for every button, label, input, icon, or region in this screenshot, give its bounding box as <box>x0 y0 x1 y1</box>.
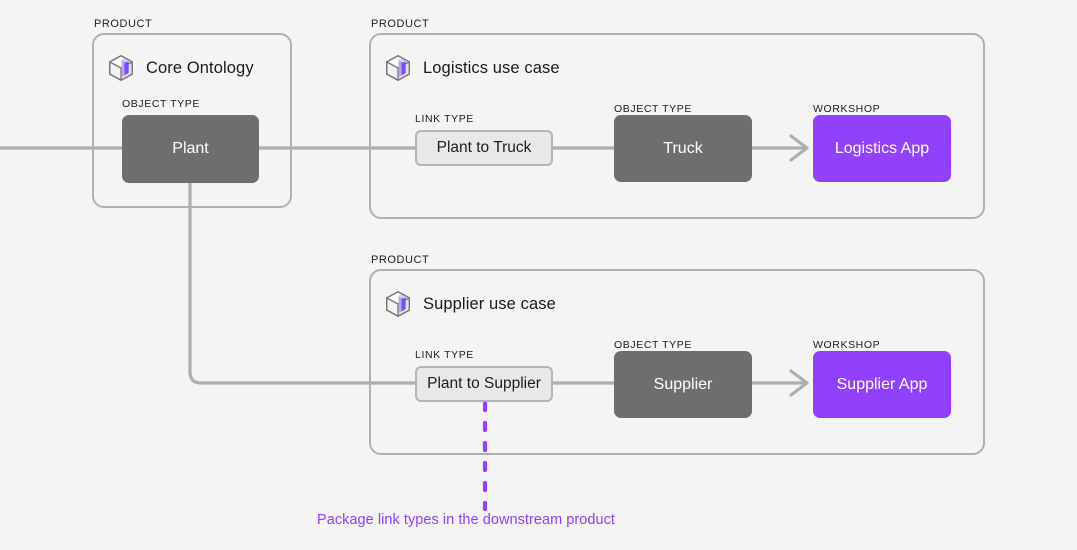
node-label: Logistics App <box>834 139 930 157</box>
node-type-label-supplier-app: WORKSHOP <box>813 339 881 351</box>
product-title: Supplier use case <box>423 294 556 313</box>
product-supplier-use-case[interactable]: PRODUCT Supplier use case LINK TYPE Plan… <box>369 254 985 459</box>
product-kind-label: PRODUCT <box>94 18 153 30</box>
node-type-label-supplier: OBJECT TYPE <box>614 339 692 351</box>
product-cube-icon <box>386 291 410 317</box>
diagram-canvas: PRODUCT Core Ontology OBJECT TYPE Plant … <box>0 0 1077 550</box>
product-kind-label: PRODUCT <box>371 18 430 30</box>
node-label: Plant <box>172 140 209 157</box>
node-label: Plant to Supplier <box>427 375 541 392</box>
product-header: Logistics use case <box>383 53 560 83</box>
node-label: Plant to Truck <box>436 139 532 156</box>
node-type-label-plant-to-truck: LINK TYPE <box>415 113 474 125</box>
node-plant-to-truck[interactable]: Plant to Truck <box>415 130 553 166</box>
annotation-caption: Package link types in the downstream pro… <box>317 512 615 528</box>
product-kind-label: PRODUCT <box>371 254 430 266</box>
product-title: Core Ontology <box>146 58 254 77</box>
node-type-label-plant-to-supplier: LINK TYPE <box>415 349 474 361</box>
node-type-label-truck: OBJECT TYPE <box>614 103 692 115</box>
node-supplier[interactable]: Supplier <box>614 351 752 418</box>
node-plant-to-supplier[interactable]: Plant to Supplier <box>415 366 553 402</box>
node-label: Supplier App <box>836 375 928 393</box>
product-header: Core Ontology <box>106 53 254 83</box>
node-supplier-app[interactable]: Supplier App <box>813 351 951 418</box>
node-type-label-logistics-app: WORKSHOP <box>813 103 881 115</box>
product-header: Supplier use case <box>383 289 556 319</box>
product-title: Logistics use case <box>423 58 560 77</box>
product-cube-icon <box>109 55 133 81</box>
node-type-label-plant: OBJECT TYPE <box>122 98 200 110</box>
node-plant[interactable]: Plant <box>122 115 259 183</box>
node-logistics-app[interactable]: Logistics App <box>813 115 951 182</box>
node-label: Truck <box>663 139 703 157</box>
product-logistics-use-case[interactable]: PRODUCT Logistics use case LINK TYPE Pla… <box>369 18 985 223</box>
node-label: Supplier <box>653 375 713 393</box>
node-truck[interactable]: Truck <box>614 115 752 182</box>
product-cube-icon <box>386 55 410 81</box>
product-core-ontology[interactable]: PRODUCT Core Ontology OBJECT TYPE Plant <box>92 18 292 208</box>
